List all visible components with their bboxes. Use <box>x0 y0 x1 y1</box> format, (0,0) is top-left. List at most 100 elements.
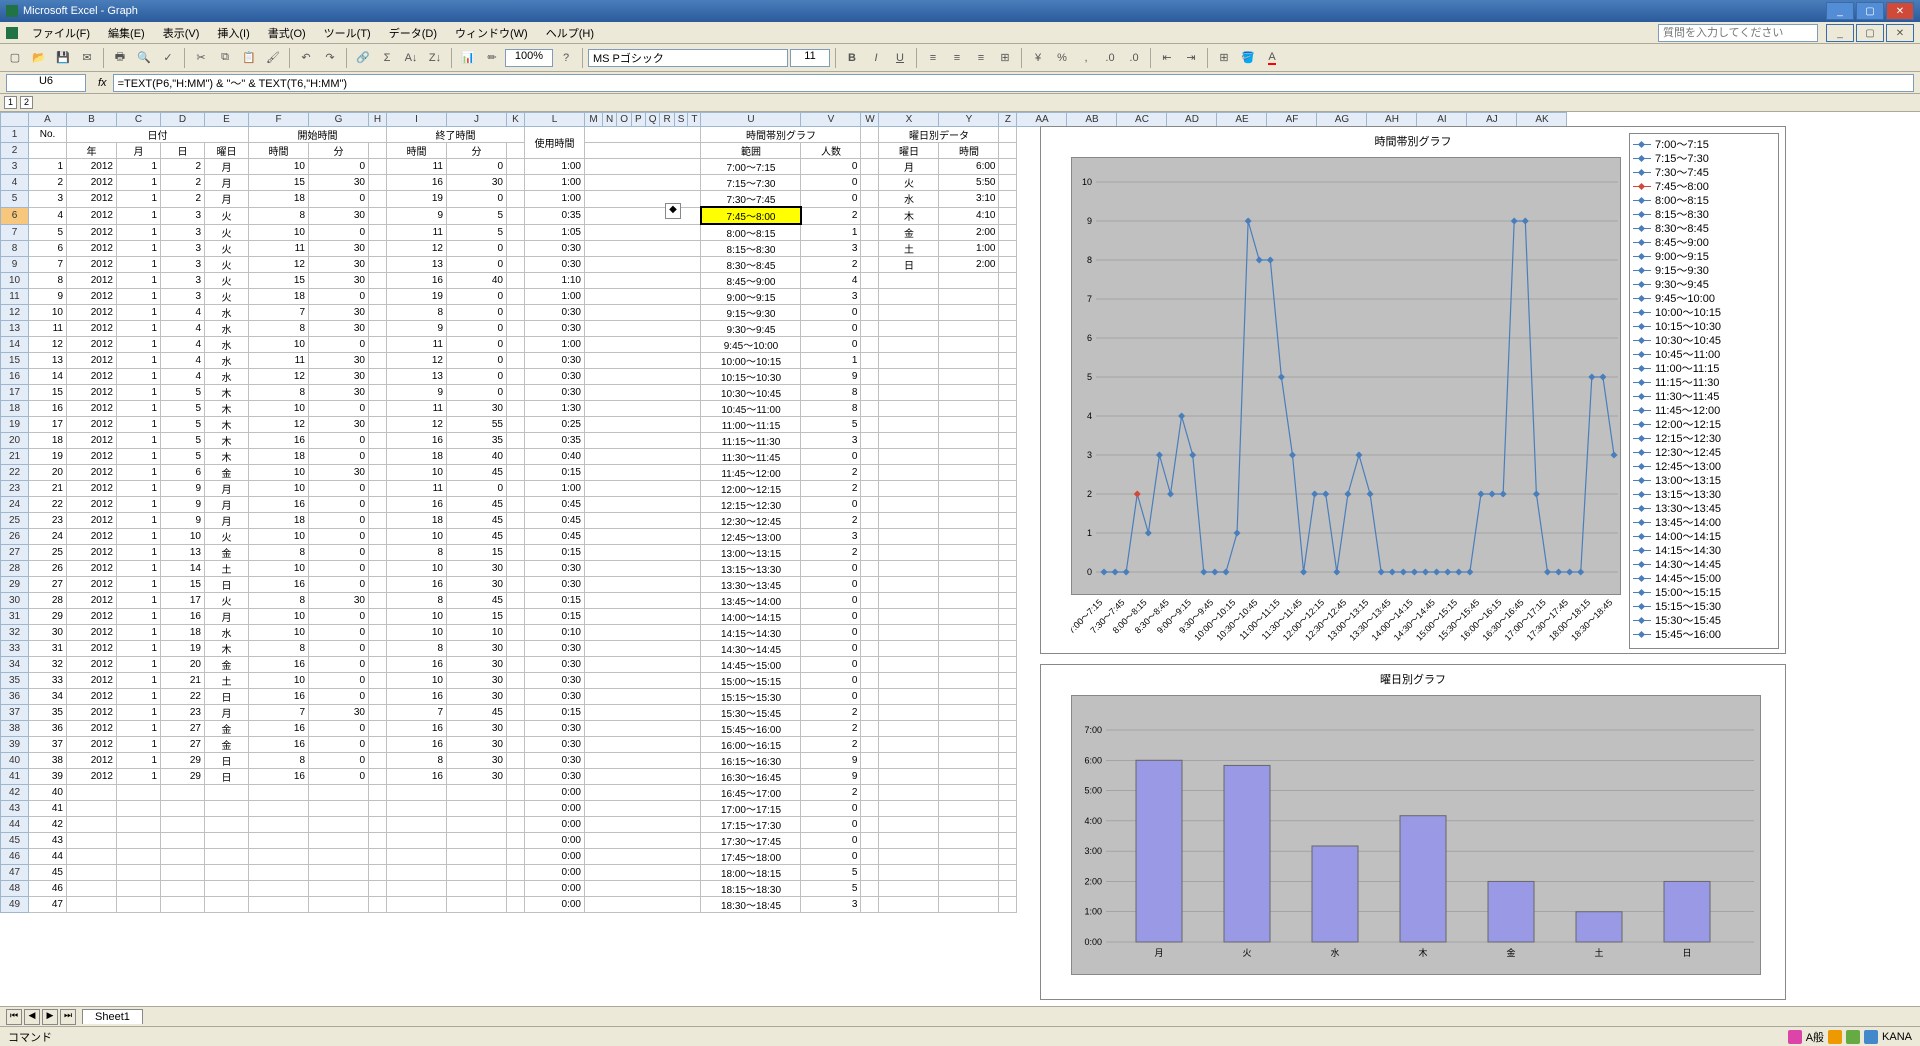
ime-icon[interactable] <box>1788 1030 1802 1044</box>
cell-selected[interactable]: 7:00～7:15 <box>701 159 801 175</box>
col-header[interactable]: AB <box>1067 113 1117 127</box>
cell-selected[interactable]: 17:30～17:45 <box>701 833 801 849</box>
permission-icon[interactable]: ✉ <box>76 47 98 69</box>
cell-selected[interactable]: 7:15～7:30 <box>701 175 801 191</box>
col-header[interactable]: AD <box>1167 113 1217 127</box>
cell-selected[interactable]: 15:15～15:30 <box>701 689 801 705</box>
worksheet-area[interactable]: ABCDEFGHIJKLMNOPQRSTUVWXYZAAABACADAEAFAG… <box>0 112 1920 1006</box>
underline-icon[interactable]: U <box>889 47 911 69</box>
col-header[interactable]: H <box>369 113 387 127</box>
cell-selected[interactable]: 18:00～18:15 <box>701 865 801 881</box>
dec-decimal-icon[interactable]: .0 <box>1123 47 1145 69</box>
menu-format[interactable]: 書式(O) <box>260 23 314 43</box>
new-icon[interactable]: ▢ <box>4 47 26 69</box>
redo-icon[interactable]: ↷ <box>319 47 341 69</box>
doc-restore-button[interactable]: ▢ <box>1856 24 1884 42</box>
outline-2[interactable]: 2 <box>20 96 33 109</box>
col-header[interactable]: U <box>701 113 801 127</box>
fill-color-icon[interactable]: 🪣 <box>1237 47 1259 69</box>
col-header[interactable] <box>1 113 29 127</box>
cell-selected[interactable]: 14:45～15:00 <box>701 657 801 673</box>
help-search-input[interactable] <box>1658 24 1818 42</box>
drawing-icon[interactable]: ✏ <box>481 47 503 69</box>
print-icon[interactable]: 🖶 <box>109 47 131 69</box>
cell-selected[interactable]: 12:15～12:30 <box>701 497 801 513</box>
col-header[interactable]: AI <box>1417 113 1467 127</box>
col-header[interactable]: K <box>507 113 525 127</box>
tab-next-icon[interactable]: ▶ <box>42 1009 58 1025</box>
align-center-icon[interactable]: ≡ <box>946 47 968 69</box>
cell-selected[interactable]: 7:45～8:00 <box>701 207 801 224</box>
doc-minimize-button[interactable]: _ <box>1826 24 1854 42</box>
row-header[interactable]: 1 <box>1 127 29 143</box>
cell-selected[interactable]: 10:45～11:00 <box>701 401 801 417</box>
col-header[interactable]: AK <box>1517 113 1567 127</box>
menu-window[interactable]: ウィンドウ(W) <box>447 23 536 43</box>
borders-icon[interactable]: ⊞ <box>1213 47 1235 69</box>
col-header[interactable]: C <box>117 113 161 127</box>
outline-1[interactable]: 1 <box>4 96 17 109</box>
fontsize-select[interactable]: 11 <box>790 49 830 67</box>
cell-selected[interactable]: 15:45～16:00 <box>701 721 801 737</box>
inc-decimal-icon[interactable]: .0 <box>1099 47 1121 69</box>
cell-selected[interactable]: 10:15～10:30 <box>701 369 801 385</box>
cell-selected[interactable]: 12:30～12:45 <box>701 513 801 529</box>
cell-selected[interactable]: 14:00～14:15 <box>701 609 801 625</box>
fx-label[interactable]: fx <box>98 77 107 89</box>
cell-selected[interactable]: 9:30～9:45 <box>701 321 801 337</box>
undo-icon[interactable]: ↶ <box>295 47 317 69</box>
cell-selected[interactable]: 12:45～13:00 <box>701 529 801 545</box>
col-header[interactable]: Q <box>645 113 660 127</box>
name-box[interactable]: U6 <box>6 74 86 92</box>
save-icon[interactable]: 💾 <box>52 47 74 69</box>
menu-file[interactable]: ファイル(F) <box>24 23 98 43</box>
col-header[interactable]: R <box>660 113 674 127</box>
chart-icon[interactable]: 📊 <box>457 47 479 69</box>
status-icon-2[interactable] <box>1828 1030 1842 1044</box>
italic-icon[interactable]: I <box>865 47 887 69</box>
status-icon-4[interactable] <box>1864 1030 1878 1044</box>
menu-help[interactable]: ヘルプ(H) <box>538 23 602 43</box>
preview-icon[interactable]: 🔍 <box>133 47 155 69</box>
merge-icon[interactable]: ⊞ <box>994 47 1016 69</box>
col-header[interactable]: B <box>67 113 117 127</box>
col-header[interactable]: F <box>249 113 309 127</box>
zoom-select[interactable]: 100% <box>505 49 553 67</box>
cut-icon[interactable]: ✂ <box>190 47 212 69</box>
col-header[interactable]: AJ <box>1467 113 1517 127</box>
cell-selected[interactable]: 13:00～13:15 <box>701 545 801 561</box>
align-left-icon[interactable]: ≡ <box>922 47 944 69</box>
col-header[interactable]: AH <box>1367 113 1417 127</box>
cell-selected[interactable]: 11:00～11:15 <box>701 417 801 433</box>
cell-selected[interactable]: 14:15～14:30 <box>701 625 801 641</box>
col-header[interactable]: T <box>688 113 701 127</box>
col-header[interactable]: J <box>447 113 507 127</box>
smart-tag-icon[interactable]: ◆ <box>665 203 681 219</box>
tab-last-icon[interactable]: ⏭ <box>60 1009 76 1025</box>
copy-icon[interactable]: ⧉ <box>214 47 236 69</box>
maximize-button[interactable]: ▢ <box>1856 2 1884 20</box>
cell-selected[interactable]: 15:00～15:15 <box>701 673 801 689</box>
col-header[interactable]: W <box>861 113 879 127</box>
cell-selected[interactable]: 10:30～10:45 <box>701 385 801 401</box>
col-header[interactable]: AA <box>1017 113 1067 127</box>
cell-selected[interactable]: 17:45～18:00 <box>701 849 801 865</box>
cell-selected[interactable]: 8:30～8:45 <box>701 257 801 273</box>
sum-icon[interactable]: Σ <box>376 47 398 69</box>
chart-dayofweek[interactable]: 曜日別グラフ 0:001:002:003:004:005:006:007:00月… <box>1040 664 1786 1000</box>
col-header[interactable]: AG <box>1317 113 1367 127</box>
sort-desc-icon[interactable]: Z↓ <box>424 47 446 69</box>
cell-selected[interactable]: 16:45～17:00 <box>701 785 801 801</box>
cell-selected[interactable]: 11:45～12:00 <box>701 465 801 481</box>
col-header[interactable]: V <box>801 113 861 127</box>
align-right-icon[interactable]: ≡ <box>970 47 992 69</box>
formula-input[interactable]: =TEXT(P6,"H:MM") & "～" & TEXT(T6,"H:MM") <box>113 74 1914 92</box>
cell-selected[interactable]: 11:15～11:30 <box>701 433 801 449</box>
cell-selected[interactable]: 17:15～17:30 <box>701 817 801 833</box>
menu-data[interactable]: データ(D) <box>381 23 445 43</box>
col-header[interactable]: AF <box>1267 113 1317 127</box>
format-painter-icon[interactable]: 🖌 <box>262 47 284 69</box>
font-select[interactable]: MS Pゴシック <box>588 49 788 67</box>
doc-close-button[interactable]: ✕ <box>1886 24 1914 42</box>
open-icon[interactable]: 📂 <box>28 47 50 69</box>
